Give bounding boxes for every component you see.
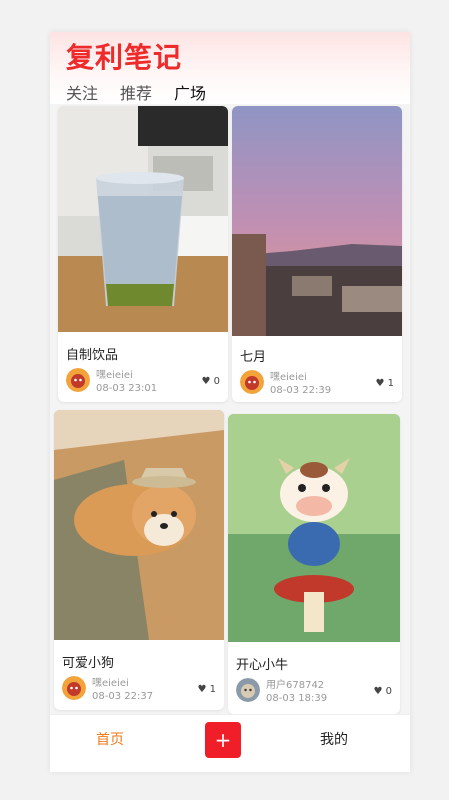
header: 复利笔记 关注 推荐 广场 bbox=[50, 32, 410, 110]
bottom-nav: 首页 + 我的 bbox=[50, 714, 410, 772]
cow-avatar bbox=[240, 370, 264, 394]
post-author: 嘿eieiei bbox=[96, 370, 133, 381]
post-card-3[interactable]: 可爱小狗 嘿eieiei 08-03 22:37 ♥ 1 bbox=[54, 410, 224, 710]
app-screen: 复利笔记 关注 推荐 广场 自制饮品 嘿eieiei 08-03 23:01 ♥… bbox=[50, 32, 410, 772]
post-card-1[interactable]: 自制饮品 嘿eieiei 08-03 23:01 ♥ 0 bbox=[58, 106, 228, 402]
post-time: 08-03 22:39 bbox=[270, 385, 332, 396]
cow-avatar bbox=[62, 676, 86, 700]
tab-following[interactable]: 关注 bbox=[66, 80, 98, 108]
post-time: 08-03 22:37 bbox=[92, 691, 154, 702]
like-count-value: 1 bbox=[387, 378, 394, 389]
heart-icon: ♥ bbox=[197, 684, 207, 695]
app-title: 复利笔记 bbox=[66, 41, 183, 74]
cartoon-cow-image bbox=[228, 414, 400, 642]
tab-square[interactable]: 广场 bbox=[174, 80, 206, 110]
like-count-value: 0 bbox=[385, 686, 392, 697]
cow-avatar bbox=[66, 368, 90, 392]
sunset-city-photo bbox=[232, 106, 402, 336]
heart-icon: ♥ bbox=[375, 378, 385, 389]
nav-mine[interactable]: 我的 bbox=[320, 729, 348, 749]
post-title: 可爱小狗 bbox=[62, 656, 115, 671]
like-count[interactable]: ♥ 0 bbox=[373, 686, 392, 697]
post-title: 自制饮品 bbox=[66, 348, 119, 363]
post-time: 08-03 23:01 bbox=[96, 383, 158, 394]
heart-icon: ♥ bbox=[201, 376, 211, 387]
like-count-value: 1 bbox=[209, 684, 216, 695]
post-author: 嘿eieiei bbox=[270, 372, 307, 383]
tab-recommend[interactable]: 推荐 bbox=[120, 80, 152, 108]
post-title: 七月 bbox=[240, 350, 267, 365]
nav-home[interactable]: 首页 bbox=[96, 729, 124, 749]
post-author: 嘿eieiei bbox=[92, 678, 129, 689]
like-count-value: 0 bbox=[213, 376, 220, 387]
cat-avatar bbox=[236, 678, 260, 702]
like-count[interactable]: ♥ 0 bbox=[201, 376, 220, 387]
post-author: 用户678742 bbox=[266, 680, 325, 691]
drink-photo bbox=[58, 106, 228, 332]
add-post-button[interactable]: + bbox=[205, 722, 241, 758]
post-card-2[interactable]: 七月 嘿eieiei 08-03 22:39 ♥ 1 bbox=[232, 106, 402, 402]
post-card-4[interactable]: 开心小牛 用户678742 08-03 18:39 ♥ 0 bbox=[228, 414, 400, 714]
post-time: 08-03 18:39 bbox=[266, 693, 328, 704]
shiba-dog-photo bbox=[54, 410, 224, 640]
post-title: 开心小牛 bbox=[236, 658, 289, 673]
like-count[interactable]: ♥ 1 bbox=[197, 684, 216, 695]
heart-icon: ♥ bbox=[373, 686, 383, 697]
like-count[interactable]: ♥ 1 bbox=[375, 378, 394, 389]
tab-bar: 关注 推荐 广场 bbox=[66, 80, 206, 110]
